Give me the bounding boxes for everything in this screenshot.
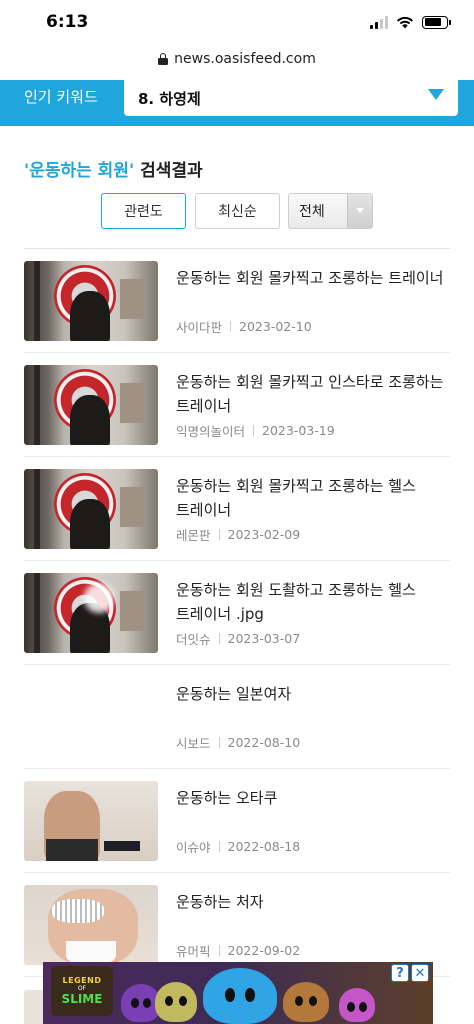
result-date: 2022-09-02 [227,943,301,958]
result-date: 2023-02-10 [239,319,312,334]
wifi-icon [397,16,413,28]
result-source: 익명의놀이터 [176,424,246,439]
sort-latest-button[interactable]: 최신순 [195,193,280,229]
filter-selected-value: 전체 [299,204,325,220]
result-thumbnail[interactable] [24,573,158,653]
result-meta: 더잇슈 2023-03-07 [176,629,300,648]
result-meta: 사이다판 2023-02-10 [176,317,312,336]
result-thumbnail[interactable] [24,781,158,861]
search-query: '운동하는 회원' [24,161,135,181]
result-title[interactable]: 운동하는 오타쿠 [176,786,450,810]
popular-keyword-select[interactable]: 8. 하영제 [124,80,458,116]
battery-icon [422,15,451,29]
result-date: 2023-03-07 [227,631,301,646]
list-item[interactable]: 운동하는 오타쿠 이슈야 2022-08-18 [24,769,450,873]
list-item[interactable]: 운동하는 회원 몰카찍고 조롱하는 헬스 트레이너 레몬판 2023-02-09 [24,457,450,561]
keyword-selected-value: 8. 하영제 [138,89,201,108]
result-date: 2023-02-09 [227,527,301,542]
list-item[interactable]: 운동하는 회원 몰카찍고 조롱하는 트레이너 사이다판 2023-02-10 [24,249,450,353]
result-title[interactable]: 운동하는 회원 몰카찍고 조롱하는 트레이너 [176,266,450,290]
result-title[interactable]: 운동하는 일본여자 [176,682,450,706]
lock-icon [158,53,169,65]
browser-url-bar[interactable]: news.oasisfeed.com [0,44,474,74]
result-title[interactable]: 운동하는 회원 도촬하고 조롱하는 헬스 트레이너 .jpg [176,578,450,626]
result-thumbnail[interactable] [24,469,158,549]
result-meta: 레몬판 2023-02-09 [176,525,300,544]
result-title[interactable]: 운동하는 회원 몰카찍고 조롱하는 헬스 트레이너 [176,474,450,522]
ad-close-icon[interactable]: ✕ [411,964,429,982]
chevron-down-icon [347,194,372,228]
result-source: 더잇슈 [176,632,211,647]
result-source: 이슈야 [176,840,211,855]
result-title[interactable]: 운동하는 회원 몰카찍고 인스타로 조롱하는 트레이너 [176,370,450,418]
status-bar: 6:13 [0,0,474,44]
search-results-list: 운동하는 회원 몰카찍고 조롱하는 트레이너 사이다판 2023-02-10 운동… [0,249,474,977]
result-thumbnail[interactable] [24,990,43,1024]
ad-info-icon[interactable]: ? [391,964,409,982]
result-meta: 익명의놀이터 2023-03-19 [176,421,335,440]
status-icons [370,15,451,29]
cellular-signal-icon [370,15,388,29]
result-date: 2022-08-10 [227,735,301,750]
slime-character-icon [203,968,277,1024]
chevron-down-icon [428,89,444,100]
result-date: 2023-03-19 [262,423,335,438]
sort-controls: 관련도 최신순 전체 [0,193,474,229]
slime-character-icon [339,988,375,1022]
popular-keyword-bar: 인기 키워드 8. 하영제 [0,80,474,126]
result-meta: 유머픽 2022-09-02 [176,941,300,960]
result-thumbnail[interactable] [24,365,158,445]
ad-logo: LEGEND OF SLIME [51,966,113,1016]
popular-keyword-label: 인기 키워드 [24,88,98,106]
result-date: 2022-08-18 [227,839,301,854]
result-title[interactable]: 운동하는 처자 [176,890,450,914]
list-item[interactable]: 운동하는 일본여자 시보드 2022-08-10 [24,665,450,769]
list-item[interactable]: 운동하는 회원 도촬하고 조롱하는 헬스 트레이너 .jpg 더잇슈 2023-0… [24,561,450,665]
result-source: 시보드 [176,736,211,751]
ad-logo-line3: SLIME [61,992,103,1006]
ad-logo-line2: OF [77,985,87,992]
result-source: 레몬판 [176,528,211,543]
slime-character-icon [283,982,329,1022]
ad-banner[interactable]: LEGEND OF SLIME ? ✕ [43,962,433,1024]
result-meta: 이슈야 2022-08-18 [176,837,300,856]
result-meta: 시보드 2022-08-10 [176,733,300,752]
result-source: 유머픽 [176,944,211,959]
ad-logo-line1: LEGEND [62,976,102,985]
sort-relevance-button[interactable]: 관련도 [101,193,186,229]
search-results-heading: '운동하는 회원' 검색결과 [24,156,203,181]
result-thumbnail[interactable] [24,261,158,341]
url-text: news.oasisfeed.com [174,51,316,67]
result-thumbnail[interactable] [24,885,158,965]
filter-select[interactable]: 전체 [288,193,373,229]
result-source: 사이다판 [176,320,223,335]
slime-character-icon [155,982,197,1022]
status-time: 6:13 [46,12,89,32]
search-heading-suffix: 검색결과 [134,161,203,181]
list-item[interactable]: 운동하는 회원 몰카찍고 인스타로 조롱하는 트레이너 익명의놀이터 2023-0… [24,353,450,457]
